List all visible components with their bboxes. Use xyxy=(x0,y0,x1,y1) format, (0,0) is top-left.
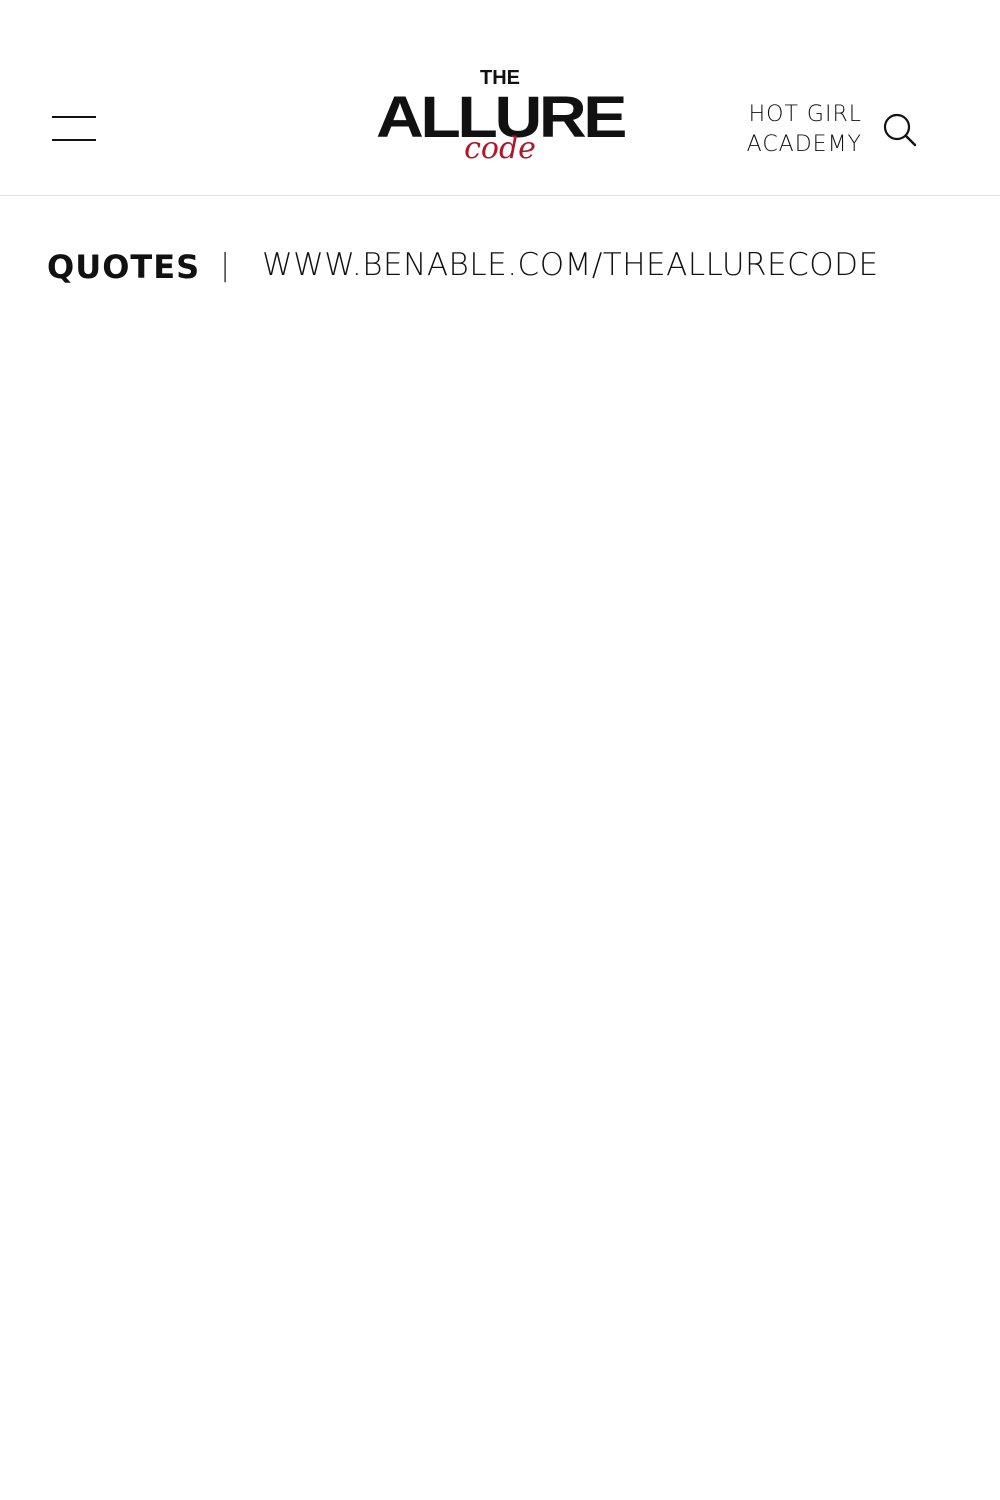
logo-code: code xyxy=(464,131,536,166)
site-header: THE ALLURE code HOT GIRL ACADEMY xyxy=(0,0,1000,196)
nav-link-hot-girl-academy[interactable]: HOT GIRL ACADEMY xyxy=(720,100,862,160)
menu-bar-top xyxy=(52,116,96,118)
page-title: QUOTES xyxy=(47,248,201,286)
nav-link-line-1: HOT GIRL xyxy=(748,102,862,127)
menu-bar-bottom xyxy=(52,139,96,141)
nav-link-line-2: ACADEMY xyxy=(746,132,862,157)
search-icon[interactable] xyxy=(882,112,918,148)
site-logo[interactable]: THE ALLURE code xyxy=(370,60,630,172)
hamburger-menu-icon[interactable] xyxy=(52,114,98,146)
breadcrumb: QUOTES | WWW.BENABLE.COM/THEALLURECODE xyxy=(47,244,947,294)
benable-link[interactable]: WWW.BENABLE.COM/THEALLURECODE xyxy=(262,247,879,283)
breadcrumb-separator: | xyxy=(220,248,231,283)
